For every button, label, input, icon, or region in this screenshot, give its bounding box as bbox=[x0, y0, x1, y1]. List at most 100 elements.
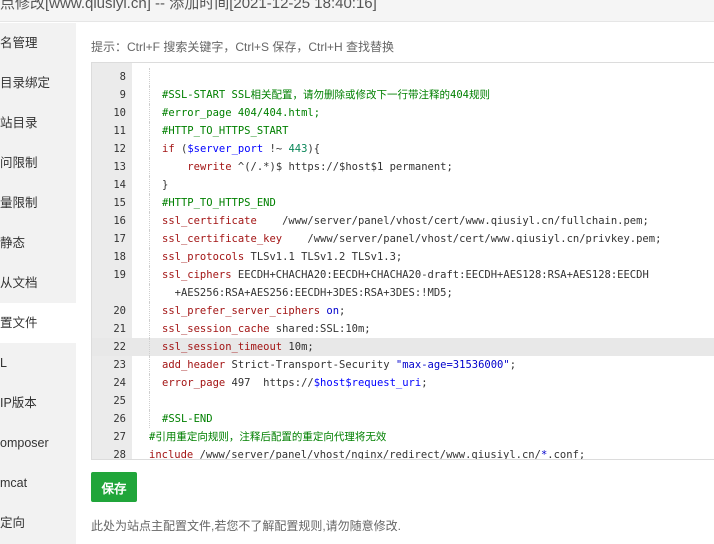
sidebar-item[interactable]: L bbox=[0, 343, 76, 383]
save-button[interactable]: 保存 bbox=[91, 472, 137, 502]
code-token: shared:SSL:10m; bbox=[269, 323, 371, 335]
editor-hint: 提示：Ctrl+F 搜索关键字，Ctrl+S 保存，Ctrl+H 查找替换 bbox=[91, 40, 395, 54]
code-token: 497 https:// bbox=[225, 377, 314, 389]
indent-guide bbox=[149, 302, 150, 320]
code-token: #引用重定向规则，注释后配置的重定向代理将无效 bbox=[149, 431, 387, 443]
code-token: TLSv1.1 TLSv1.2 TLSv1.3; bbox=[244, 251, 403, 263]
sidebar-item[interactable]: 站目录 bbox=[0, 103, 76, 143]
code-line[interactable]: 26 #SSL-END bbox=[92, 410, 714, 428]
indent-guide bbox=[149, 122, 150, 140]
code-token: /www/server/panel/vhost/cert/www.qiusiyl… bbox=[282, 233, 662, 245]
sidebar-item[interactable]: 从文档 bbox=[0, 263, 76, 303]
line-number: 26 bbox=[113, 413, 126, 425]
code-line[interactable]: 27 #引用重定向规则，注释后配置的重定向代理将无效 bbox=[92, 428, 714, 446]
code-line[interactable]: 22 ssl_session_timeout 10m; bbox=[92, 338, 714, 356]
code-text: add_header Strict-Transport-Security "ma… bbox=[162, 356, 516, 374]
code-token: ; bbox=[509, 359, 517, 371]
indent-guide bbox=[149, 284, 150, 302]
code-token: ; bbox=[421, 377, 428, 389]
line-number: 9 bbox=[119, 89, 126, 101]
code-line[interactable]: 17 ssl_certificate_key /www/server/panel/… bbox=[92, 230, 714, 248]
code-text: error_page 497 https://$host$request_uri… bbox=[162, 374, 428, 392]
code-token: ; bbox=[339, 305, 346, 317]
code-line[interactable]: 21 ssl_session_cache shared:SSL:10m; bbox=[92, 320, 714, 338]
line-number: 15 bbox=[113, 197, 126, 209]
code-token: } bbox=[162, 179, 169, 191]
code-text: #HTTP_TO_HTTPS_END bbox=[162, 194, 276, 212]
code-token: !~ bbox=[263, 143, 289, 155]
code-token: #HTTP_TO_HTTPS_END bbox=[162, 197, 276, 209]
code-token: ){ bbox=[307, 143, 321, 155]
indent-guide bbox=[149, 230, 150, 248]
sidebar-item[interactable]: 问限制 bbox=[0, 143, 76, 183]
code-text: ssl_protocols TLSv1.1 TLSv1.2 TLSv1.3; bbox=[162, 248, 402, 266]
indent-guide bbox=[149, 194, 150, 212]
code-token: ssl_session_cache bbox=[162, 323, 270, 335]
code-text: if ($server_port !~ 443){ bbox=[162, 140, 320, 158]
indent-guide bbox=[149, 392, 150, 410]
config-code-editor[interactable]: 8 9 #SSL-START SSL相关配置，请勿删除或修改下一行带注释的404规则… bbox=[91, 62, 714, 460]
sidebar-item[interactable]: 定向 bbox=[0, 503, 76, 543]
code-text: #引用重定向规则，注释后配置的重定向代理将无效 bbox=[149, 428, 386, 446]
code-line[interactable]: +AES256:RSA+AES256:EECDH+3DES:RSA+3DES:!… bbox=[92, 284, 714, 302]
sidebar-item[interactable]: 置文件 bbox=[0, 303, 76, 343]
line-number: 24 bbox=[113, 377, 126, 389]
sidebar-item[interactable]: 目录绑定 bbox=[0, 63, 76, 103]
code-text: include /www/server/panel/vhost/nginx/re… bbox=[149, 446, 586, 460]
indent-guide bbox=[149, 140, 150, 158]
code-line[interactable]: 14} bbox=[92, 176, 714, 194]
code-token: .conf; bbox=[547, 449, 586, 460]
code-line[interactable]: 9 #SSL-START SSL相关配置，请勿删除或修改下一行带注释的404规则 bbox=[92, 86, 714, 104]
code-line[interactable]: 15 #HTTP_TO_HTTPS_END bbox=[92, 194, 714, 212]
indent-guide bbox=[149, 338, 150, 356]
line-number: 25 bbox=[113, 395, 126, 407]
line-number: 17 bbox=[113, 233, 126, 245]
indent-guide bbox=[149, 104, 150, 122]
code-token: #SSL-END bbox=[162, 413, 213, 425]
line-number: 14 bbox=[113, 179, 126, 191]
line-number: 16 bbox=[113, 215, 126, 227]
line-number: 8 bbox=[119, 71, 126, 83]
line-number: 28 bbox=[113, 449, 126, 460]
sidebar-item[interactable]: omposer bbox=[0, 423, 76, 463]
line-number: 12 bbox=[113, 143, 126, 155]
indent-guide bbox=[149, 68, 150, 86]
line-number: 19 bbox=[113, 269, 126, 281]
sidebar-item[interactable]: 静态 bbox=[0, 223, 76, 263]
code-line[interactable]: 23 add_header Strict-Transport-Security "… bbox=[92, 356, 714, 374]
code-line[interactable]: 11 #HTTP_TO_HTTPS_START bbox=[92, 122, 714, 140]
code-token: "max-age=31536000" bbox=[395, 359, 510, 371]
code-line[interactable]: 18 ssl_protocols TLSv1.1 TLSv1.2 TLSv1.3; bbox=[92, 248, 714, 266]
code-token: ssl_certificate bbox=[162, 215, 257, 227]
code-token: #error_page 404/404.html; bbox=[162, 107, 321, 119]
code-line[interactable]: 13 rewrite ^(/.*)$ https://$host$1 perma… bbox=[92, 158, 714, 176]
code-token: ^(/.*)$ https://$host$1 permanent; bbox=[231, 161, 453, 173]
code-line[interactable]: 24 error_page 497 https://$host$request_u… bbox=[92, 374, 714, 392]
code-text: ssl_ciphers EECDH+CHACHA20:EECDH+CHACHA2… bbox=[162, 266, 649, 284]
code-text: #HTTP_TO_HTTPS_START bbox=[162, 122, 288, 140]
code-line[interactable]: 25 bbox=[92, 392, 714, 410]
code-token: $host$request_uri bbox=[313, 377, 422, 389]
indent-guide bbox=[149, 356, 150, 374]
code-text: rewrite ^(/.*)$ https://$host$1 permanen… bbox=[162, 158, 453, 176]
code-line[interactable]: 19 ssl_ciphers EECDH+CHACHA20:EECDH+CHACH… bbox=[92, 266, 714, 284]
line-number: 21 bbox=[113, 323, 126, 335]
code-token: ( bbox=[174, 143, 188, 155]
code-token: /www/server/panel/vhost/nginx/redirect/w… bbox=[193, 449, 541, 460]
sidebar-item[interactable]: 名管理 bbox=[0, 23, 76, 63]
sidebar-item[interactable]: 量限制 bbox=[0, 183, 76, 223]
code-text: #error_page 404/404.html; bbox=[162, 104, 320, 122]
sidebar-item[interactable]: mcat bbox=[0, 463, 76, 503]
code-line[interactable]: 12 if ($server_port !~ 443){ bbox=[92, 140, 714, 158]
code-token: 443 bbox=[288, 143, 308, 155]
code-line[interactable]: 16 ssl_certificate /www/server/panel/vhos… bbox=[92, 212, 714, 230]
sidebar-item[interactable]: IP版本 bbox=[0, 383, 76, 423]
code-text: +AES256:RSA+AES256:EECDH+3DES:RSA+3DES:!… bbox=[162, 284, 453, 302]
code-line[interactable]: 28 include /www/server/panel/vhost/nginx/… bbox=[92, 446, 714, 460]
code-line[interactable]: 8 bbox=[92, 68, 714, 86]
indent-guide bbox=[149, 410, 150, 428]
code-line[interactable]: 20 ssl_prefer_server_ciphers on; bbox=[92, 302, 714, 320]
code-line[interactable]: 10 #error_page 404/404.html; bbox=[92, 104, 714, 122]
code-text: #SSL-START SSL相关配置，请勿删除或修改下一行带注释的404规则 bbox=[162, 86, 490, 104]
